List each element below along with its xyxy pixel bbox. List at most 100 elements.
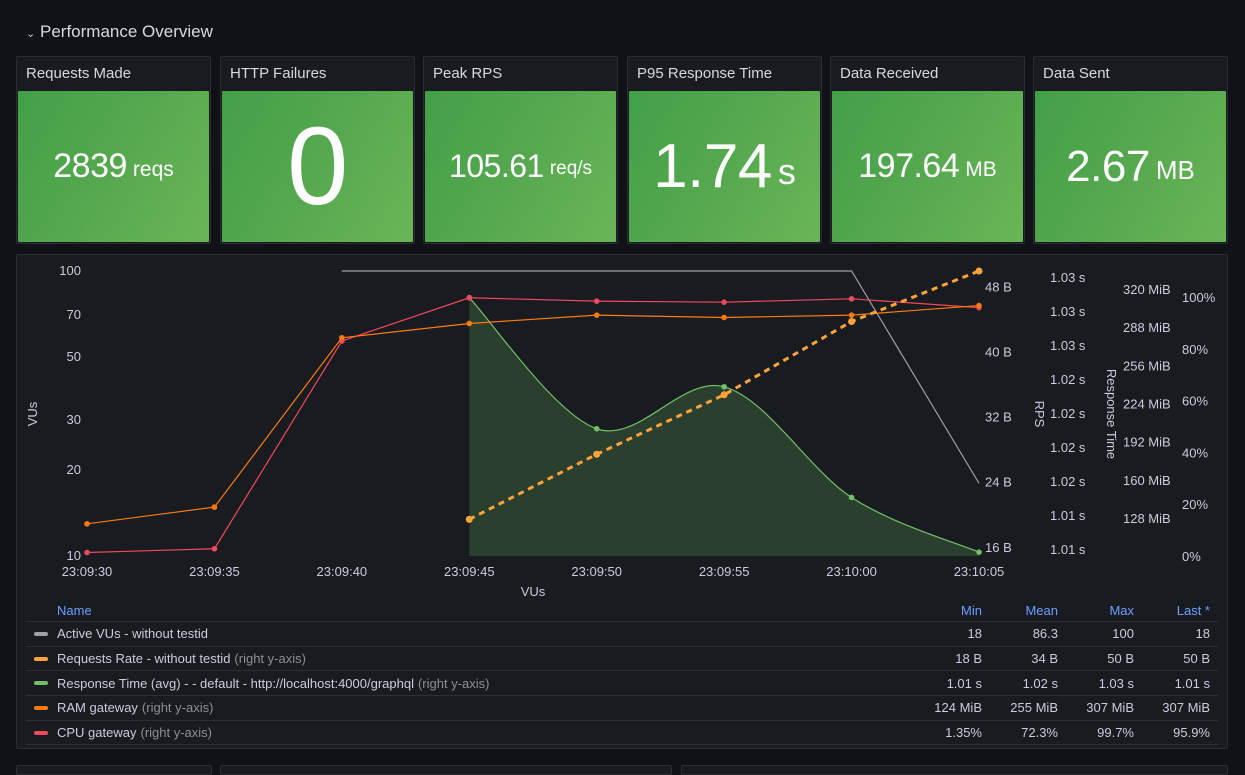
y-tick-response: 1.03 s	[1050, 338, 1086, 353]
data-point-cpu	[848, 296, 855, 302]
x-tick: 23:10:00	[826, 564, 877, 579]
legend-last: 95.9%	[1173, 725, 1210, 741]
stat-panel-requests-made[interactable]: Requests Made 2839 reqs	[16, 56, 211, 244]
legend-series-name[interactable]: Active VUs - without testid	[26, 626, 904, 641]
stat-value-box: 197.64 MB	[832, 91, 1023, 242]
series-label: RAM gateway	[57, 700, 138, 716]
y-tick-left: 100	[59, 263, 81, 278]
stat-title: HTTP Failures	[230, 65, 327, 82]
y-tick-ram: 288 MiB	[1123, 320, 1171, 335]
stat-value-box: 2.67 MB	[1035, 91, 1226, 242]
series-label: CPU gateway	[57, 725, 137, 741]
series-color-swatch	[34, 705, 48, 710]
legend-header-name[interactable]: Name	[26, 603, 904, 618]
stat-panel-data-sent[interactable]: Data Sent 2.67 MB	[1033, 56, 1228, 244]
legend-series-name[interactable]: Requests Rate - without testid (right y-a…	[26, 651, 904, 666]
legend-header-last[interactable]: Last *	[1142, 603, 1218, 618]
legend-max: 307 MiB	[1086, 700, 1134, 716]
data-point-ram	[593, 312, 600, 318]
series-color-swatch	[34, 631, 48, 636]
stat-unit: s	[777, 150, 796, 192]
series-label: Response Time (avg) - - default - http:/…	[57, 675, 414, 691]
y-tick-rps: 32 B	[985, 410, 1012, 425]
stat-value: 197.64	[858, 147, 960, 185]
right-axis-note: (right y-axis)	[141, 700, 214, 716]
stat-value-box: 1.74 s	[629, 91, 820, 242]
legend-max: 50 B	[1107, 651, 1134, 667]
legend-last: 1.01 s	[1174, 675, 1210, 691]
y-tick-ram: 256 MiB	[1123, 358, 1171, 373]
y-tick-cpu: 80%	[1182, 342, 1208, 357]
y-tick-response: 1.02 s	[1050, 440, 1086, 455]
legend-header-row: Name Min Mean Max Last *	[26, 600, 1218, 622]
stat-value-box: 2839 reqs	[18, 91, 209, 242]
x-tick: 23:09:35	[189, 564, 240, 579]
data-point-cpu	[211, 545, 218, 552]
right-axis-note: (right y-axis)	[417, 675, 490, 691]
stat-unit: MB	[1155, 154, 1195, 185]
legend-series-name[interactable]: CPU gateway (right y-axis)	[26, 725, 904, 740]
panel-stub	[681, 765, 1228, 775]
stat-value-box: 105.61 req/s	[425, 91, 616, 242]
legend-header-mean[interactable]: Mean	[990, 603, 1066, 618]
legend-series-name[interactable]: RAM gateway (right y-axis)	[26, 700, 904, 715]
data-point-ram	[339, 334, 345, 341]
y-axis-label-left: VUs	[25, 401, 40, 426]
series-color-swatch	[34, 730, 48, 735]
data-point-requests	[593, 450, 601, 458]
stat-value: 105.61	[448, 148, 544, 184]
legend-series-name[interactable]: Response Time (avg) - - default - http:/…	[26, 676, 904, 691]
stat-unit: reqs	[132, 157, 174, 181]
legend-max: 99.7%	[1097, 725, 1134, 741]
row-toggle-performance-overview[interactable]: ⌄ Performance Overview	[26, 20, 213, 44]
legend-row[interactable]: Active VUs - without testid 18 86.3 100 18	[26, 622, 1218, 647]
x-tick: 23:09:45	[444, 564, 495, 579]
y-tick-response: 1.03 s	[1050, 304, 1086, 319]
stat-panel-peak-rps[interactable]: Peak RPS 105.61 req/s	[423, 56, 618, 244]
y-tick-response: 1.02 s	[1050, 474, 1086, 489]
series-color-swatch	[34, 681, 48, 686]
legend-min: 124 MiB	[934, 700, 982, 716]
stat-panel-http-failures[interactable]: HTTP Failures 0	[220, 56, 415, 244]
x-axis-label: VUs	[521, 584, 546, 599]
y-tick-left: 50	[67, 349, 81, 364]
series-label: Active VUs - without testid	[57, 626, 208, 642]
y-tick-rps: 40 B	[985, 344, 1012, 359]
legend-last: 18	[1195, 626, 1210, 642]
y-tick-response: 1.01 s	[1050, 508, 1086, 523]
data-point-ram	[721, 314, 727, 321]
stat-panel-data-received[interactable]: Data Received 197.64 MB	[830, 56, 1025, 244]
data-point-response	[848, 494, 855, 501]
y-tick-rps: 16 B	[985, 540, 1012, 555]
series-color-swatch	[34, 656, 48, 661]
y-tick-left: 30	[67, 412, 81, 427]
data-point-cpu	[593, 298, 600, 304]
stat-title: P95 Response Time	[637, 65, 773, 82]
legend-row[interactable]: Requests Rate - without testid (right y-a…	[26, 647, 1218, 672]
y-tick-response: 1.01 s	[1050, 542, 1086, 557]
timeseries-chart[interactable]: 1007050302010VUs48 B40 B32 B24 B16 BRPS1…	[17, 255, 1229, 600]
x-tick: 23:09:40	[317, 564, 368, 579]
data-point-cpu	[721, 299, 727, 305]
legend-header-min[interactable]: Min	[904, 603, 990, 618]
stat-unit: req/s	[549, 158, 593, 180]
y-tick-cpu: 40%	[1182, 445, 1208, 460]
legend-row[interactable]: RAM gateway (right y-axis) 124 MiB 255 MiB 3…	[26, 696, 1218, 721]
data-point-requests	[975, 267, 983, 275]
chevron-down-icon: ⌄	[26, 27, 36, 40]
y-tick-cpu: 100%	[1182, 290, 1216, 305]
series-label: Requests Rate - without testid	[57, 651, 231, 667]
legend-row[interactable]: CPU gateway (right y-axis) 1.35% 72.3% 99.7%…	[26, 721, 1218, 746]
y-axis-label-rps: RPS	[1032, 401, 1047, 428]
x-tick: 23:10:05	[954, 564, 1005, 579]
legend-min: 18 B	[955, 651, 982, 667]
stat-panel-p95-response-time[interactable]: P95 Response Time 1.74 s	[627, 56, 822, 244]
data-point-ram	[848, 312, 855, 318]
data-point-ram	[211, 504, 218, 510]
legend-max: 100	[1112, 626, 1134, 642]
legend-header-max[interactable]: Max	[1066, 603, 1142, 618]
legend-mean: 1.02 s	[1022, 675, 1058, 691]
legend-row[interactable]: Response Time (avg) - - default - http:/…	[26, 671, 1218, 697]
y-tick-response: 1.02 s	[1050, 372, 1086, 387]
y-tick-response: 1.02 s	[1050, 406, 1086, 421]
